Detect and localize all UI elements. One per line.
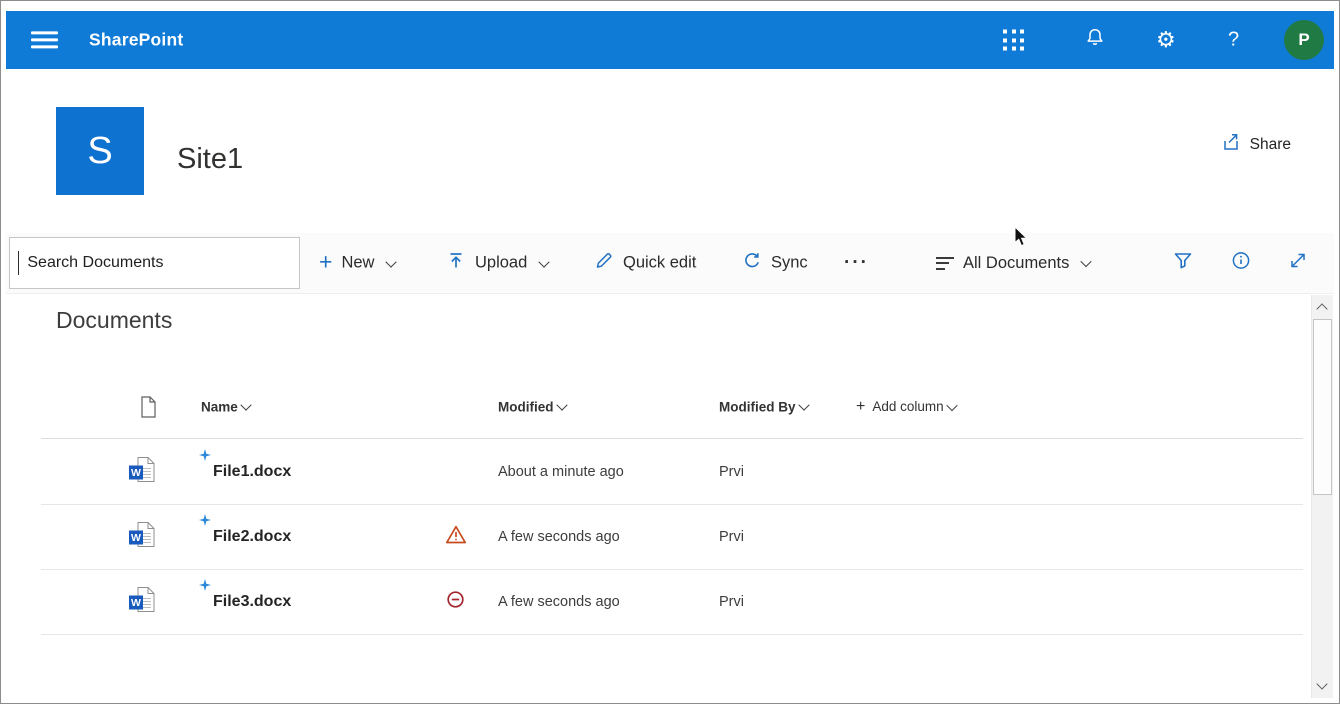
file-name-link[interactable]: File3.docx (213, 593, 291, 611)
modified-by: Prvi (719, 594, 744, 610)
account-avatar[interactable]: P (1284, 20, 1324, 60)
view-lines-icon (936, 253, 954, 273)
app-title[interactable]: SharePoint (89, 30, 183, 51)
chevron-down-icon (539, 256, 550, 267)
modified-by: Prvi (719, 529, 744, 545)
expand-icon (1289, 252, 1307, 275)
plus-icon: + (319, 251, 332, 274)
notifications-bell-icon[interactable] (1083, 26, 1107, 55)
filter-funnel-icon (1173, 252, 1193, 275)
table-row[interactable]: W File1.docx About a minute ago Prvi (1, 439, 1311, 504)
more-commands-button[interactable]: ··· (844, 252, 869, 274)
settings-gear-icon[interactable]: ⚙ (1156, 29, 1176, 51)
column-header-name[interactable]: Name (201, 399, 250, 414)
share-icon (1221, 132, 1241, 157)
sync-icon (742, 251, 762, 276)
chevron-down-icon (946, 399, 957, 410)
info-icon (1231, 251, 1251, 276)
chevron-down-icon (240, 399, 251, 410)
new-item-sparkle-icon (199, 578, 211, 596)
search-input[interactable] (19, 238, 299, 288)
hamburger-menu-icon[interactable] (31, 27, 58, 52)
new-item-sparkle-icon (199, 448, 211, 466)
add-column-button[interactable]: + Add column (856, 398, 956, 416)
file-name-link[interactable]: File2.docx (213, 528, 291, 546)
word-file-icon: W (129, 521, 156, 552)
upload-button[interactable]: Upload (446, 251, 548, 276)
share-button[interactable]: Share (1221, 132, 1291, 157)
plus-icon: + (856, 398, 865, 416)
divider (41, 634, 1303, 635)
vertical-scrollbar[interactable] (1311, 295, 1333, 698)
table-row[interactable]: W File3.docx A few seconds ago Prvi (1, 569, 1311, 634)
app-launcher-icon[interactable] (1003, 30, 1024, 51)
view-selector[interactable]: All Documents (936, 253, 1090, 273)
new-item-sparkle-icon (199, 513, 211, 531)
new-button[interactable]: + New (319, 253, 395, 274)
scrollbar-thumb[interactable] (1313, 319, 1332, 495)
modified-time: A few seconds ago (498, 594, 620, 610)
details-info-button[interactable] (1231, 251, 1251, 276)
share-label: Share (1250, 136, 1291, 154)
site-logo[interactable]: S (56, 107, 144, 195)
chevron-down-icon (386, 256, 397, 267)
filter-button[interactable] (1173, 252, 1193, 275)
chevron-down-icon (556, 399, 567, 410)
scroll-down-icon[interactable] (1316, 678, 1327, 689)
quick-edit-button[interactable]: Quick edit (594, 251, 696, 276)
svg-text:W: W (131, 532, 141, 544)
suite-bar: SharePoint ⚙ ? P (6, 11, 1334, 69)
modified-by: Prvi (719, 464, 744, 480)
sync-blocked-icon (446, 590, 465, 614)
table-row[interactable]: W File2.docx A few seconds ago Prvi (1, 504, 1311, 569)
word-file-icon: W (129, 586, 156, 617)
site-title[interactable]: Site1 (177, 143, 243, 176)
column-header-modified-by[interactable]: Modified By (719, 399, 808, 414)
column-header-modified[interactable]: Modified (498, 399, 566, 414)
svg-text:W: W (131, 597, 141, 609)
modified-time: About a minute ago (498, 464, 624, 480)
pencil-icon (594, 251, 614, 276)
fullscreen-expand-button[interactable] (1289, 252, 1307, 275)
modified-time: A few seconds ago (498, 529, 620, 545)
sync-button[interactable]: Sync (742, 251, 808, 276)
search-box (9, 237, 300, 289)
chevron-down-icon (798, 399, 809, 410)
sync-warning-icon (445, 524, 467, 549)
chevron-down-icon (1081, 256, 1092, 267)
sharepoint-window: SharePoint ⚙ ? P S Site1 Share + New (0, 0, 1340, 704)
file-name-link[interactable]: File1.docx (213, 463, 291, 481)
file-type-column-icon[interactable] (139, 396, 157, 418)
list-title: Documents (56, 307, 172, 334)
help-icon[interactable]: ? (1228, 29, 1239, 52)
command-bar: + New Upload Quick edit Sync ··· All (6, 233, 1334, 294)
table-header-row: Name Modified Modified By + Add column (1, 375, 1311, 438)
word-file-icon: W (129, 456, 156, 487)
upload-icon (446, 251, 466, 276)
scroll-up-icon[interactable] (1316, 303, 1327, 314)
svg-text:W: W (131, 467, 141, 479)
